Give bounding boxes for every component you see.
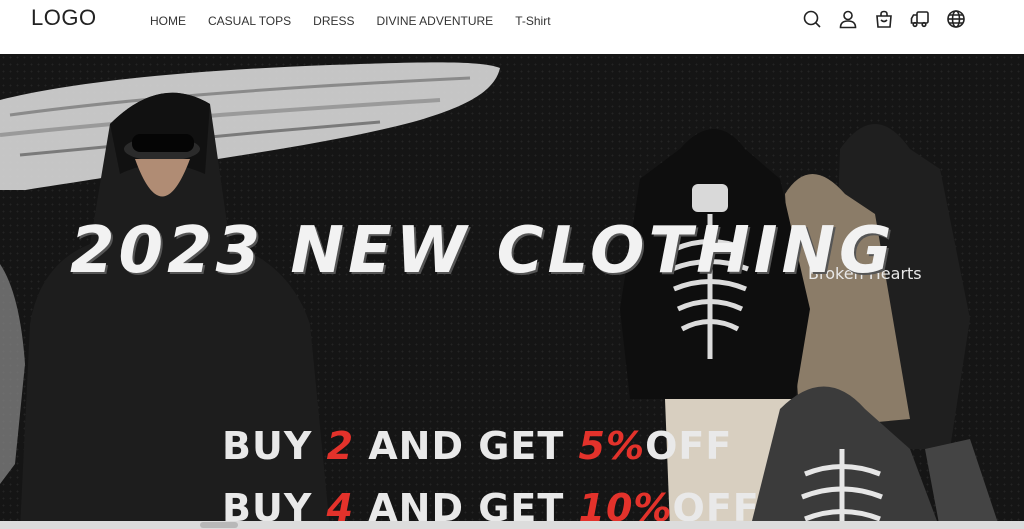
- shipping-truck-icon[interactable]: [909, 8, 931, 30]
- globe-icon[interactable]: [945, 8, 967, 30]
- nav-item-home[interactable]: HOME: [150, 14, 186, 28]
- promo-1-suffix: OFF: [645, 424, 733, 468]
- account-icon[interactable]: [837, 8, 859, 30]
- nav-item-divine-adventure[interactable]: DIVINE ADVENTURE: [377, 14, 494, 28]
- main-nav: HOME CASUAL TOPS DRESS DIVINE ADVENTURE …: [150, 14, 573, 28]
- hero-banner[interactable]: Broken Hearts 2023 NEW CLOTHING BUY 2 AN…: [0, 54, 1024, 529]
- promo-line-1: BUY 2 AND GET 5%OFF: [222, 424, 732, 468]
- header-icons: [801, 8, 981, 30]
- site-header: LOGO HOME CASUAL TOPS DRESS DIVINE ADVEN…: [0, 0, 1024, 54]
- nav-item-dress[interactable]: DRESS: [313, 14, 354, 28]
- site-logo[interactable]: LOGO: [31, 5, 97, 31]
- horizontal-scrollbar[interactable]: [0, 521, 1024, 529]
- promo-1-qty: 2: [326, 424, 355, 468]
- promo-1-mid: AND GET: [354, 424, 579, 468]
- promo-1-percent: 5%: [578, 424, 646, 468]
- promo-1-prefix: BUY: [222, 424, 327, 468]
- search-icon[interactable]: [801, 8, 823, 30]
- nav-item-tshirt[interactable]: T-Shirt: [515, 14, 550, 28]
- cart-icon[interactable]: [873, 8, 895, 30]
- scrollbar-thumb[interactable]: [200, 522, 238, 528]
- nav-item-casual-tops[interactable]: CASUAL TOPS: [208, 14, 291, 28]
- banner-headline: 2023 NEW CLOTHING: [70, 214, 896, 288]
